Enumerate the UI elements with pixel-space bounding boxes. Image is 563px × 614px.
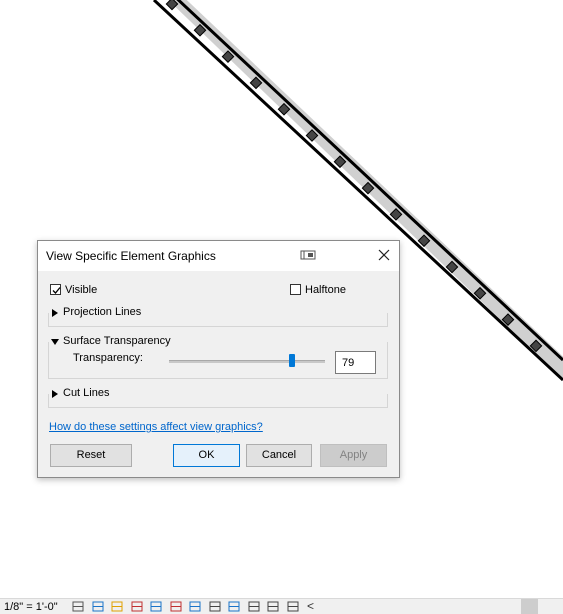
transparency-slider-thumb[interactable]	[289, 354, 296, 367]
halftone-label: Halftone	[305, 284, 346, 296]
expand-arrow-icon[interactable]	[52, 309, 58, 317]
help-link[interactable]: How do these settings affect view graphi…	[49, 421, 263, 433]
transparency-input[interactable]	[335, 351, 376, 374]
cancel-button[interactable]: Cancel	[246, 444, 312, 467]
expand-arrow-icon[interactable]	[52, 390, 58, 398]
projection-lines-label[interactable]: Projection Lines	[63, 306, 141, 318]
collapse-arrow-icon[interactable]	[51, 339, 59, 345]
collapse-arrow-icon[interactable]: <	[307, 599, 314, 613]
reveal-hidden-icon[interactable]	[209, 601, 221, 612]
scale-label[interactable]: 1/8" = 1'-0"	[4, 601, 58, 613]
detail-level-icon[interactable]	[72, 601, 84, 612]
shadows-icon[interactable]	[131, 601, 143, 612]
visible-checkbox[interactable]	[50, 284, 61, 295]
reset-button[interactable]: Reset	[50, 444, 132, 467]
transparency-slider-track[interactable]	[169, 360, 325, 363]
temporary-hide-icon[interactable]	[189, 601, 201, 612]
transparency-label: Transparency:	[73, 352, 143, 364]
ok-button[interactable]: OK	[173, 444, 240, 467]
analytical-model-icon[interactable]	[267, 601, 279, 612]
crop-view-icon[interactable]	[150, 601, 162, 612]
constraints-icon[interactable]	[287, 601, 299, 612]
view-specific-element-graphics-dialog: View Specific Element Graphics Visible H…	[37, 240, 400, 478]
check-icon	[52, 287, 61, 294]
close-icon[interactable]	[376, 247, 392, 263]
show-crop-icon[interactable]	[170, 601, 182, 612]
pin-icon[interactable]	[300, 249, 316, 261]
highlight-icon[interactable]	[228, 601, 240, 612]
cut-lines-label[interactable]: Cut Lines	[63, 387, 109, 399]
dialog-title: View Specific Element Graphics	[46, 249, 216, 263]
visible-label: Visible	[65, 284, 98, 296]
surface-transparency-label[interactable]: Surface Transparency	[63, 335, 171, 347]
worksharing-icon[interactable]	[248, 601, 260, 612]
sun-path-icon[interactable]	[111, 601, 123, 612]
view-control-bar: 1/8" = 1'-0" <	[0, 598, 563, 614]
visual-style-icon[interactable]	[92, 601, 104, 612]
apply-button[interactable]: Apply	[320, 444, 387, 467]
scrollbar-thumb[interactable]	[521, 599, 538, 614]
dialog-titlebar[interactable]: View Specific Element Graphics	[38, 241, 399, 271]
halftone-checkbox[interactable]	[290, 284, 301, 295]
